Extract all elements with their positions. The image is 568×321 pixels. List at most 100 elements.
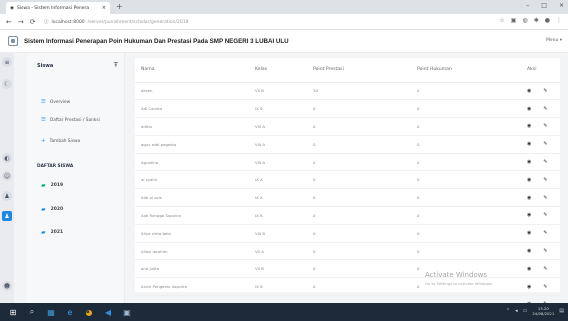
hukuman-cell: 0: [411, 82, 521, 101]
view-icon[interactable]: ◉: [527, 284, 531, 290]
browser-tabstrip: ◉ Siswa - Sistem Informasi Penera × + – …: [0, 0, 568, 14]
view-icon[interactable]: ◉: [527, 159, 531, 165]
puzzle-icon[interactable]: ✱: [534, 17, 539, 24]
column-header-point-hukuman[interactable]: Point Hukuman: [411, 58, 521, 83]
task-view-icon[interactable]: ▦: [45, 306, 57, 318]
new-tab-button[interactable]: +: [116, 2, 123, 11]
reload-icon[interactable]: ⟳: [30, 18, 36, 26]
users-icon[interactable]: ☺: [2, 171, 12, 181]
hukuman-cell: 0: [411, 242, 521, 261]
maximize-button[interactable]: □: [541, 2, 547, 9]
edge-icon[interactable]: e: [64, 306, 76, 318]
windows-start-icon[interactable]: ⊞: [7, 306, 19, 318]
actions-cell: ◉✎: [521, 259, 560, 279]
sidebar-item-2019[interactable]: ▰ 2019: [41, 182, 63, 189]
actions-cell: ◉✎: [521, 224, 560, 243]
forward-icon[interactable]: →: [18, 18, 24, 26]
volume-icon[interactable]: ◂: [515, 308, 518, 314]
minimize-button[interactable]: –: [526, 2, 529, 9]
sidebar-item-2020[interactable]: ▰ 2020: [41, 206, 63, 213]
edit-icon[interactable]: ✎: [543, 106, 547, 112]
hukuman-cell: 0: [411, 224, 521, 243]
edit-icon[interactable]: ✎: [543, 266, 547, 272]
name-cell: Agustina: [135, 153, 249, 172]
actions-cell: ◉✎: [521, 188, 560, 208]
actions-cell: ◉✎: [521, 170, 560, 190]
vscode-icon[interactable]: ◀: [102, 306, 114, 318]
view-icon[interactable]: ◉: [527, 195, 531, 201]
sidebar-item-overview[interactable]: ☰ Overview: [41, 99, 70, 105]
class-cell: IX B: [249, 277, 307, 297]
view-icon[interactable]: ◉: [527, 177, 531, 183]
column-header-nama[interactable]: Nama: [135, 58, 249, 83]
profile-icon[interactable]: ●: [545, 17, 550, 24]
name-cell: Aldi Rangga Saputra: [135, 206, 249, 225]
column-header-kelas[interactable]: Kelas: [249, 58, 307, 83]
prestasi-cell: 0: [307, 259, 411, 279]
clock[interactable]: 13.20 24/08/2021: [532, 306, 554, 316]
view-icon[interactable]: ◉: [527, 141, 531, 147]
info-icon: ⓘ: [44, 20, 49, 25]
prestasi-cell: 30: [307, 82, 411, 101]
user-icon[interactable]: ♟: [2, 191, 12, 201]
class-cell: VII B: [249, 259, 307, 279]
class-cell: IX A: [249, 170, 307, 190]
extension-icon[interactable]: ◍: [522, 17, 527, 24]
edit-icon[interactable]: ✎: [543, 141, 547, 147]
url-field[interactable]: ⓘ localhost:8000 /server/punishment/scho…: [44, 17, 474, 27]
sidebar-item-2021[interactable]: ▰ 2021: [41, 229, 63, 236]
table-row: Agustina VIII A 0 0 ◉ ✎: [135, 153, 560, 172]
column-header-point-prestasi[interactable]: Point Prestasi: [307, 58, 411, 83]
edit-icon[interactable]: ✎: [543, 88, 547, 94]
view-icon[interactable]: ◉: [527, 106, 531, 112]
edit-icon[interactable]: ✎: [543, 230, 547, 236]
account-icon[interactable]: ☻: [2, 281, 12, 291]
hamburger-icon[interactable]: ≡: [2, 57, 12, 67]
class-cell: IX B: [249, 99, 307, 119]
back-icon[interactable]: ←: [6, 18, 12, 26]
sidebar-item-daftar-prestasi[interactable]: ☰ Daftar Prestasi / Sanksi: [41, 117, 100, 123]
view-icon[interactable]: ◉: [527, 123, 531, 129]
table-header-row: Nama Kelas Point Prestasi Point Hukuman …: [135, 58, 560, 83]
view-icon[interactable]: ◉: [527, 212, 531, 218]
extension-icon[interactable]: ▣: [511, 17, 517, 24]
edit-icon[interactable]: ✎: [543, 123, 547, 129]
app-title: Sistem Informasi Penerapan Poin Hukuman …: [24, 37, 289, 45]
network-icon[interactable]: ▭: [523, 308, 528, 314]
chevron-up-icon[interactable]: ⌃: [506, 308, 510, 314]
student-icon[interactable]: ♟: [2, 211, 12, 221]
hukuman-cell: 0: [411, 153, 521, 172]
view-icon[interactable]: ◉: [527, 248, 531, 254]
browser-tab[interactable]: ◉ Siswa - Sistem Informasi Penera ×: [6, 2, 110, 14]
moon-icon[interactable]: ☾: [2, 79, 12, 89]
table-row: Adi Candra IX B 0 0 ◉ ✎: [135, 99, 560, 119]
actions-cell: ◉✎: [521, 82, 560, 101]
edit-icon[interactable]: ✎: [543, 284, 547, 290]
search-icon[interactable]: ⌕: [26, 306, 38, 318]
edit-icon[interactable]: ✎: [543, 212, 547, 218]
chrome-icon[interactable]: ◕: [83, 306, 95, 318]
pin-icon[interactable]: Ŧ: [114, 61, 118, 69]
close-window-button[interactable]: ×: [559, 2, 564, 9]
view-icon[interactable]: ◉: [527, 88, 531, 94]
view-icon[interactable]: ◉: [527, 266, 531, 272]
prestasi-cell: 0: [307, 135, 411, 154]
plus-icon: +: [41, 138, 46, 144]
edit-icon[interactable]: ✎: [543, 177, 547, 183]
star-icon[interactable]: ☆: [499, 17, 504, 24]
table-row: Aldi al azis IX A 0 0 ◉ ✎: [135, 188, 560, 208]
edit-icon[interactable]: ✎: [543, 195, 547, 201]
palette-icon[interactable]: ◐: [2, 153, 12, 163]
name-cell: Aldi al azis: [135, 188, 249, 208]
sidebar-item-tambah-siswa[interactable]: + Tambah Siswa: [41, 138, 80, 144]
edit-icon[interactable]: ✎: [543, 248, 547, 254]
photos-icon[interactable]: ▣: [121, 306, 133, 318]
class-cell: VIII B: [249, 224, 307, 243]
actions-cell: ◉✎: [521, 135, 560, 154]
more-icon[interactable]: ⋮: [556, 17, 562, 24]
edit-icon[interactable]: ✎: [543, 159, 547, 165]
tab-close-icon[interactable]: ×: [102, 5, 106, 11]
view-icon[interactable]: ◉: [527, 230, 531, 236]
menu-dropdown[interactable]: Menu ▾: [546, 38, 562, 43]
notification-icon[interactable]: ▤: [559, 308, 564, 314]
